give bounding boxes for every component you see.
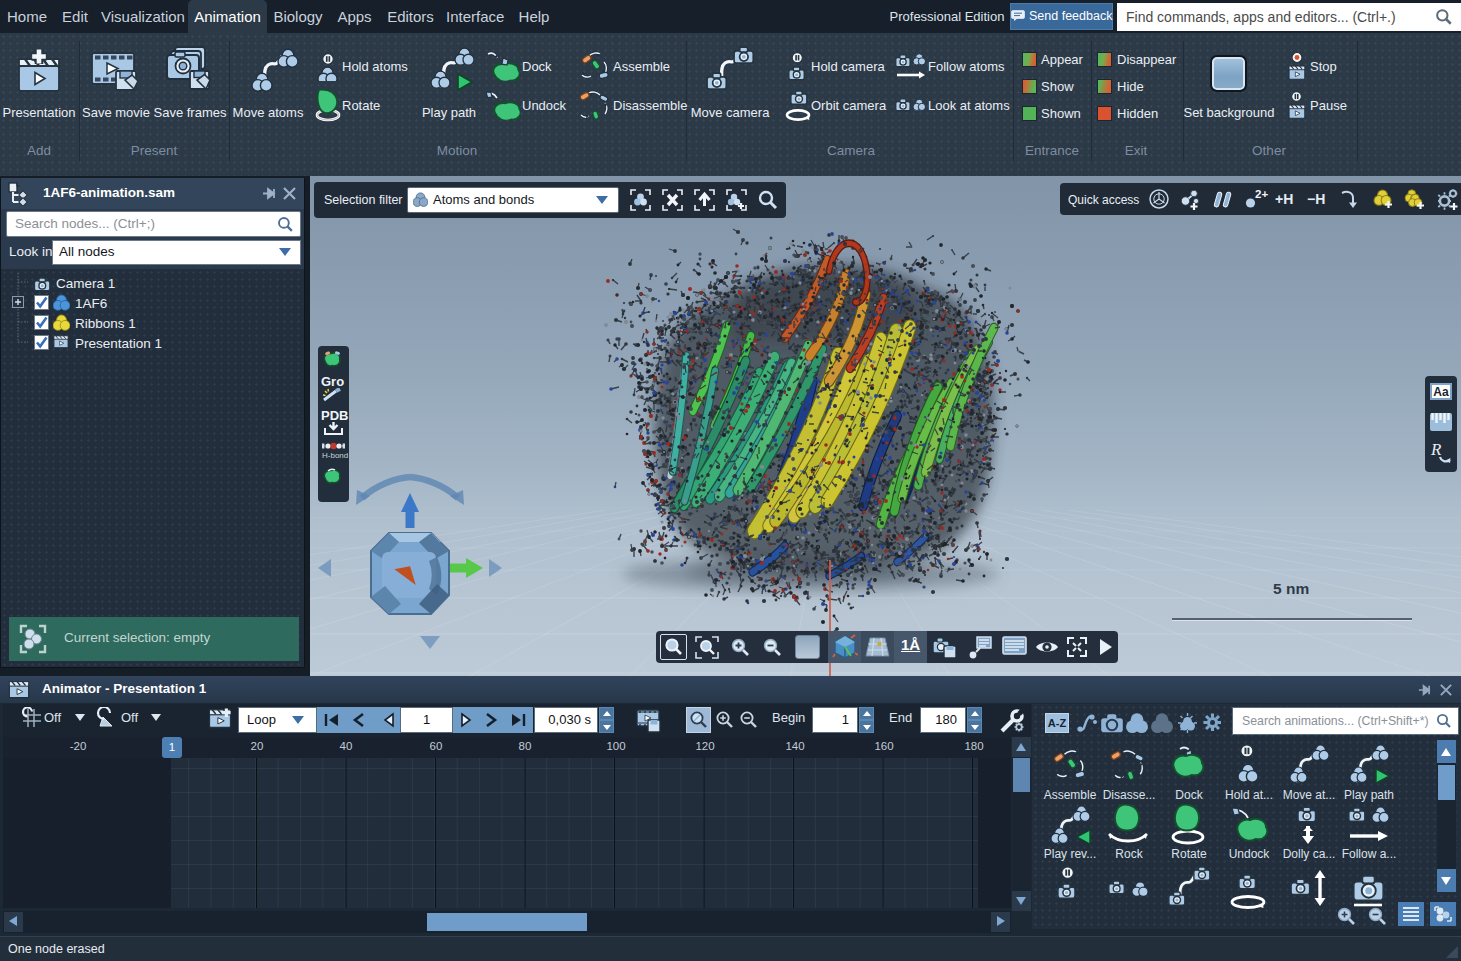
svg-text:2+: 2+ xyxy=(1255,188,1268,200)
svg-text:−H: −H xyxy=(1307,191,1325,207)
svg-text:+H: +H xyxy=(1275,191,1293,207)
